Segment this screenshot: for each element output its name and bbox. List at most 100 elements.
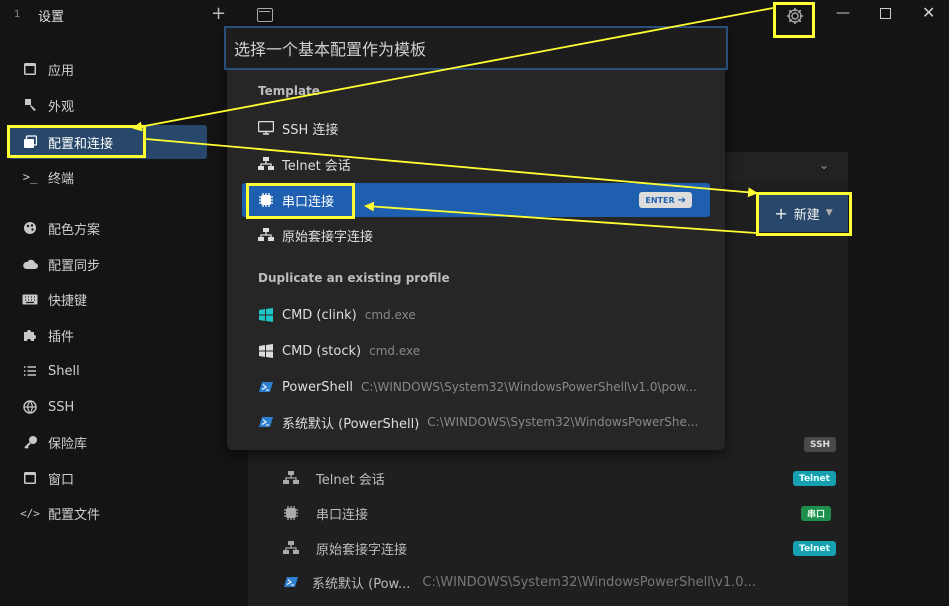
maximize-icon[interactable] [880,8,891,19]
network-icon [258,227,274,243]
sidebar-item-label: 外观 [48,99,75,115]
sidebar-item-label: 终端 [48,171,75,187]
sidebar-item-window[interactable]: 窗口 [0,461,207,495]
monitor-icon [258,120,274,136]
status-badge: SSH [804,437,837,452]
globe-icon [22,399,38,415]
enter-key-hint: ENTER ➔ [639,192,692,208]
new-tab-icon[interactable]: + [211,3,226,24]
sidebar-item-config-file[interactable]: </> 配置文件 [0,496,207,530]
tab-list-icon[interactable] [257,8,273,22]
profile-system-default[interactable]: 系统默认 (PowerShell) C:\WINDOWS\System32\Wi… [242,405,710,439]
new-profile-label: 新建 [793,207,820,223]
sidebar-item-label: 配置同步 [48,258,101,274]
sidebar-item-appearance[interactable]: 外观 [0,88,207,122]
sidebar-item-label: 配色方案 [48,222,101,238]
sidebar-item-hotkeys[interactable]: 快捷键 [0,282,207,316]
template-label: 串口连接 [282,194,335,210]
powershell-icon [258,414,274,430]
powershell-icon [258,379,274,395]
profile-command: C:\WINDOWS\System32\WindowsPowerShe... [427,415,699,429]
profile-command: C:\WINDOWS\System32\WindowsPowerShell\v1… [361,380,697,394]
template-serial[interactable]: 串口连接 ENTER ➔ [242,183,710,217]
sidebar-item-plugins[interactable]: 插件 [0,318,207,352]
list-item[interactable]: 系统默认 (Pow... C:\WINDOWS\System32\Windows… [282,571,756,593]
puzzle-icon [22,327,38,343]
sidebar-item-label: 配置和连接 [48,136,114,152]
profile-command: cmd.exe [369,344,421,358]
sidebar-item-sync[interactable]: 配置同步 [0,247,207,281]
network-icon [282,469,300,487]
sidebar-item-label: Shell [48,363,80,379]
sidebar-item-vault[interactable]: 保险库 [0,425,207,459]
plus-icon: + [774,203,788,223]
status-badge: Telnet [793,471,836,486]
profile-cmd-clink[interactable]: CMD (clink) cmd.exe [242,298,710,332]
palette-icon [22,97,38,113]
profile-label: CMD (clink) [282,307,357,323]
profile-cmd-stock[interactable]: CMD (stock) cmd.exe [242,334,710,368]
sidebar-item-label: 配置文件 [48,507,101,523]
profile-label: 系统默认 (PowerShell) [282,416,420,432]
list-item-sub: C:\WINDOWS\System32\WindowsPowerShell\v1… [422,574,756,590]
sidebar-item-terminal[interactable]: >_ 终端 [0,160,207,194]
window-icon [22,470,38,486]
template-ssh[interactable]: SSH 连接 [242,111,710,145]
keyboard-icon [22,291,38,307]
section-header-template: Template [258,84,320,98]
template-label: 原始套接字连接 [282,229,374,245]
profile-powershell[interactable]: PowerShell C:\WINDOWS\System32\WindowsPo… [242,370,710,404]
windows-icon [258,343,274,359]
code-icon: </> [20,506,40,520]
color-scheme-icon [22,220,38,236]
sidebar-item-label: 保险库 [48,436,88,452]
template-label: SSH 连接 [282,122,339,138]
app-window-icon [22,61,38,77]
list-item[interactable]: Telnet 会话 [282,467,385,489]
template-search-input[interactable]: 选择一个基本配置作为模板 [224,26,728,70]
chip-icon [258,192,274,208]
powershell-icon [282,573,300,591]
list-icon [22,363,38,379]
sidebar-item-shell[interactable]: Shell [0,354,207,388]
tab-number: 1 [14,9,21,20]
sidebar-item-ssh[interactable]: SSH [0,390,207,424]
sidebar-item-label: 快捷键 [48,293,88,309]
template-label: Telnet 会话 [282,158,351,174]
profile-label: PowerShell [282,379,354,395]
settings-gear-icon[interactable] [783,4,807,28]
sidebar-item-color-scheme[interactable]: 配色方案 [0,211,207,245]
close-icon[interactable]: ✕ [922,3,935,22]
windows-icon [258,307,274,323]
profile-command: cmd.exe [364,308,416,322]
list-item-label: 系统默认 (Pow... [312,576,411,592]
sidebar-item-profiles[interactable]: 配置和连接 [8,125,207,159]
minimize-icon[interactable]: — [836,5,850,21]
status-badge: Telnet [793,541,836,556]
template-raw-socket[interactable]: 原始套接字连接 [242,218,710,252]
tab-title[interactable]: 设置 [38,6,64,25]
key-icon [22,434,38,450]
chip-icon [282,504,300,522]
chevron-down-icon[interactable]: ⌄ [819,158,829,172]
enter-key-label: ENTER [645,195,675,205]
list-item-label: 串口连接 [316,507,369,523]
network-icon [258,156,274,172]
sidebar-item-label: SSH [48,399,75,415]
template-telnet[interactable]: Telnet 会话 [242,147,710,181]
terminal-icon: >_ [22,170,38,184]
list-item[interactable]: 原始套接字连接 [282,537,407,559]
new-profile-button[interactable]: + 新建 ▼ [759,194,848,232]
sidebar-item-label: 插件 [48,329,75,345]
status-badge: 串口 [801,506,832,521]
arrow-right-icon: ➔ [677,194,686,206]
sidebar-item-apps[interactable]: 应用 [0,52,207,86]
sidebar-item-label: 窗口 [48,472,75,488]
list-item[interactable]: 串口连接 [282,502,368,524]
cloud-icon [22,256,38,272]
caret-down-icon: ▼ [825,208,833,218]
sidebar-item-label: 应用 [48,63,75,79]
profiles-icon [22,134,38,150]
list-item-label: Telnet 会话 [316,472,385,488]
profile-label: CMD (stock) [282,343,362,359]
